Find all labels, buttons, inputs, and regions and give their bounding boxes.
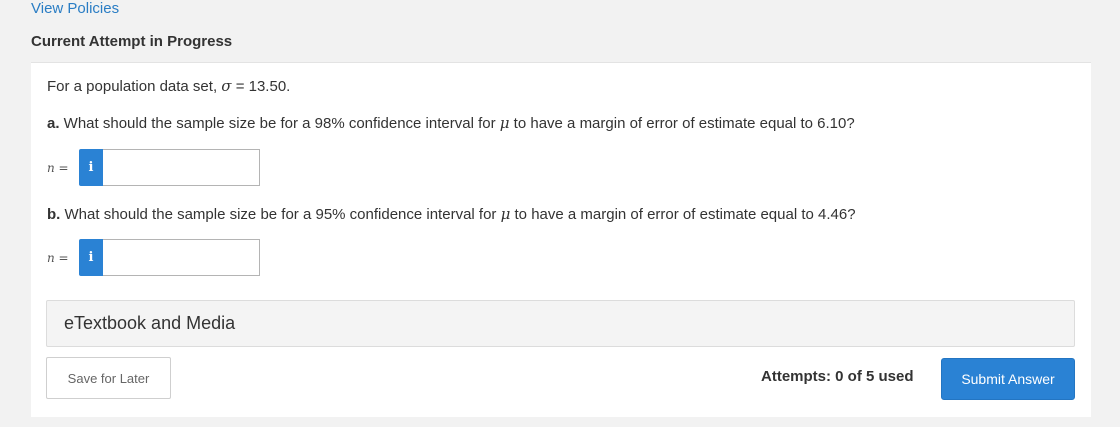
answer-row-b: n = i (47, 239, 260, 276)
answer-a-label: n = (47, 160, 69, 175)
view-policies-link[interactable]: View Policies (31, 0, 119, 18)
answer-b-label: n = (47, 250, 69, 265)
mu-symbol: μ (499, 114, 510, 132)
question-b: b. What should the sample size be for a … (47, 204, 856, 225)
attempts-counter: Attempts: 0 of 5 used (761, 368, 914, 385)
problem-statement: For a population data set, σ = 13.50. (47, 76, 290, 97)
question-panel: For a population data set, σ = 13.50. a.… (31, 62, 1091, 417)
question-a-letter: a. (47, 115, 60, 132)
question-a-text-end: to have a margin of error of estimate eq… (509, 115, 855, 132)
answer-row-a: n = i (47, 149, 260, 186)
question-a: a. What should the sample size be for a … (47, 113, 855, 134)
statement-suffix: = 13.50. (231, 78, 291, 95)
etextbook-media-toggle[interactable]: eTextbook and Media (46, 300, 1075, 347)
question-b-text-start: What should the sample size be for a 95%… (60, 206, 501, 223)
question-a-text-start: What should the sample size be for a 98%… (59, 115, 500, 132)
attempt-status-heading: Current Attempt in Progress (31, 33, 233, 50)
answer-b-input[interactable] (103, 239, 260, 276)
question-b-letter: b. (47, 206, 61, 223)
sigma-symbol: σ (221, 77, 232, 95)
info-icon[interactable]: i (79, 239, 103, 276)
info-icon[interactable]: i (79, 149, 103, 186)
etextbook-media-label: eTextbook and Media (64, 313, 236, 333)
submit-answer-button[interactable]: Submit Answer (941, 358, 1075, 400)
save-for-later-button[interactable]: Save for Later (46, 357, 171, 399)
answer-a-input[interactable] (103, 149, 260, 186)
statement-prefix: For a population data set, (47, 78, 222, 95)
question-b-text-end: to have a margin of error of estimate eq… (510, 206, 856, 223)
mu-symbol: μ (500, 205, 511, 223)
